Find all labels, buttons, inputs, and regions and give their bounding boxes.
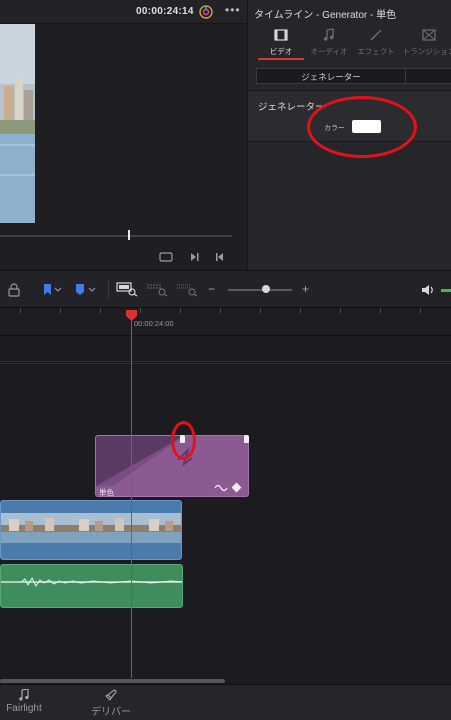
tab-transition-label: トランジション: [402, 47, 451, 56]
page-tab-fairlight[interactable]: Fairlight: [2, 688, 46, 714]
zoom-full-icon[interactable]: [116, 281, 138, 302]
magic-wand-icon: [351, 28, 401, 46]
audio-waveform: [1, 576, 182, 587]
zoom-in-icon[interactable]: +: [302, 282, 309, 296]
ruler-tick: [340, 308, 341, 313]
viewer-header: 00:00:24:14 •••: [0, 0, 247, 24]
color-wheel-icon[interactable]: [198, 4, 214, 20]
zoom-slider[interactable]: [228, 289, 292, 291]
tab-audio-label: オーディオ: [310, 47, 348, 56]
annotation-circle-color: [307, 96, 417, 158]
tab-effects[interactable]: エフェクト: [351, 24, 401, 60]
tab-transition[interactable]: トランジション: [400, 24, 451, 60]
page-navigation-bar: Fairlight デリバー: [0, 684, 451, 720]
header-divider: [405, 69, 406, 83]
ruler-timecode: 00:00:24:00: [134, 319, 174, 328]
generator-header-label: ジェネレーター: [301, 72, 361, 82]
ruler-tick: [60, 308, 61, 313]
fade-handle-out[interactable]: [244, 435, 249, 443]
rocket-icon: [88, 689, 134, 703]
generator-clip-label: 単色: [99, 488, 114, 497]
ruler-tick: [420, 308, 421, 313]
lock-icon[interactable]: [8, 283, 20, 302]
zoom-slider-handle[interactable]: [262, 285, 270, 293]
tab-video[interactable]: ビデオ: [256, 24, 306, 60]
viewer-panel: 00:00:24:14 •••: [0, 0, 247, 270]
transition-icon: [400, 28, 451, 46]
zoom-out-icon[interactable]: −: [208, 282, 215, 296]
toolbar-divider: [108, 279, 109, 299]
audio-level-meter: [441, 289, 451, 292]
audio-clip[interactable]: [0, 564, 183, 608]
curve-icon[interactable]: [214, 483, 228, 496]
ruler-tick: [20, 308, 21, 313]
ruler-tick: [300, 308, 301, 313]
ruler-tick: [380, 308, 381, 313]
ruler-tick: [140, 308, 141, 313]
tab-effects-label: エフェクト: [357, 47, 395, 56]
page-tab-deliver-label: デリバー: [91, 707, 131, 718]
inspector-title: タイムライン - Generator - 単色: [254, 10, 397, 21]
flag-icon[interactable]: [42, 283, 64, 302]
speaker-icon[interactable]: [420, 283, 436, 302]
more-options-icon[interactable]: •••: [225, 3, 241, 17]
timeline-ruler[interactable]: 00:00:24:00: [0, 308, 451, 336]
playhead-line[interactable]: [131, 312, 132, 678]
ruler-tick: [220, 308, 221, 313]
music-note-icon: [2, 688, 46, 703]
viewer-playhead-marker[interactable]: [128, 230, 130, 240]
annotation-circle-handle: [171, 421, 196, 460]
tab-video-label: ビデオ: [269, 47, 293, 56]
timeline-scrollbar[interactable]: [0, 679, 225, 683]
inspector-tabs: ビデオ オーディオ エフェクト トランジション: [248, 24, 451, 62]
marker-icon[interactable]: [74, 283, 98, 302]
page-tab-fairlight-label: Fairlight: [6, 703, 42, 714]
ruler-tick: [100, 308, 101, 313]
loop-icon[interactable]: [158, 250, 174, 264]
page-tab-deliver[interactable]: デリバー: [88, 689, 134, 718]
timeline-toolbar: − +: [0, 270, 451, 308]
video-thumbnail: [1, 513, 71, 543]
film-icon: [256, 28, 306, 46]
video-clip[interactable]: [0, 500, 182, 560]
active-tab-indicator: [258, 58, 304, 60]
inspector-panel: タイムライン - Generator - 単色 ビデオ オーディオ エフェクト …: [247, 0, 451, 270]
video-thumbnail: [141, 513, 181, 543]
tab-audio[interactable]: オーディオ: [304, 24, 354, 60]
generator-header-bar[interactable]: ジェネレーター: [256, 68, 451, 84]
track-separator: [0, 361, 451, 362]
timecode-display[interactable]: 00:00:24:14: [136, 6, 194, 17]
zoom-custom-icon[interactable]: [176, 281, 198, 302]
playhead-handle[interactable]: [126, 308, 137, 321]
next-frame-icon[interactable]: [186, 250, 202, 264]
zoom-detail-icon[interactable]: [146, 281, 168, 302]
ruler-tick: [260, 308, 261, 313]
video-preview-image: [0, 24, 35, 223]
video-thumbnail-strip: [1, 513, 181, 543]
track-separator: [0, 363, 451, 364]
viewer-scrubber[interactable]: [0, 235, 232, 237]
ruler-tick: [180, 308, 181, 313]
music-note-icon: [304, 28, 354, 46]
previous-clip-icon[interactable]: [212, 250, 228, 264]
